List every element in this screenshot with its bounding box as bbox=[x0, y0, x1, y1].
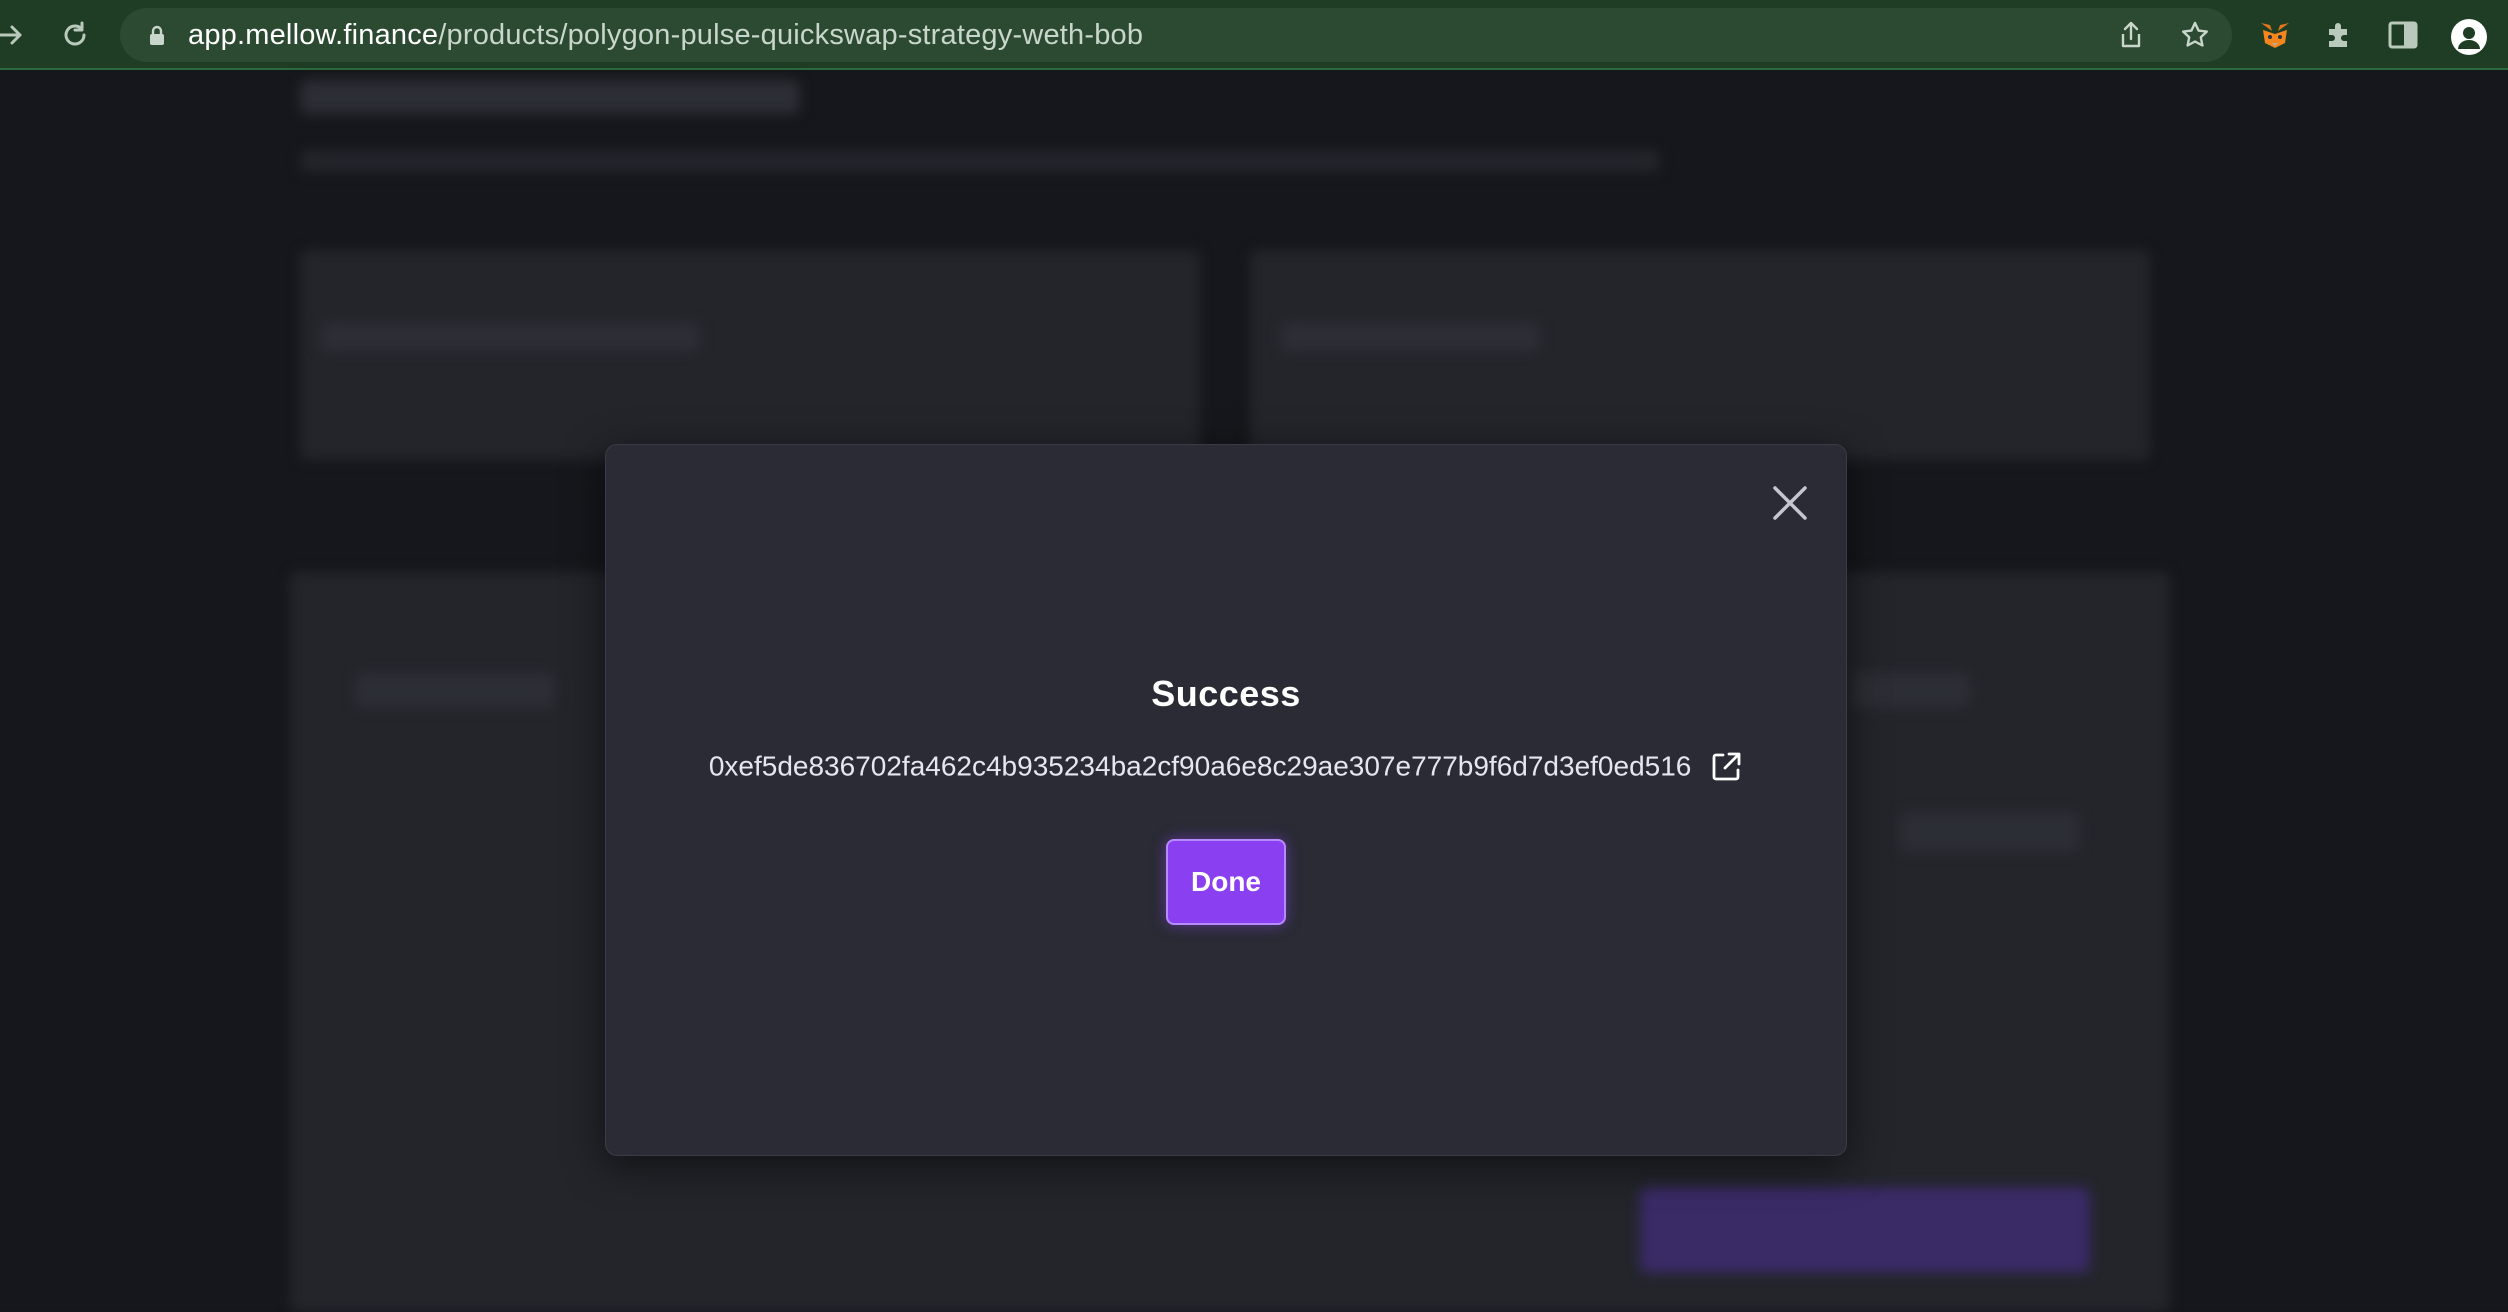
side-panel-icon[interactable] bbox=[2386, 18, 2420, 52]
url-path: /products/polygon-pulse-quickswap-strate… bbox=[438, 19, 1144, 51]
close-icon[interactable] bbox=[1770, 483, 1810, 523]
browser-toolbar: app.mellow.finance/products/polygon-puls… bbox=[0, 0, 2508, 70]
metamask-fox-icon[interactable] bbox=[2258, 18, 2292, 52]
success-modal: Success 0xef5de836702fa462c4b935234ba2cf… bbox=[605, 444, 1847, 1156]
url-text[interactable]: app.mellow.finance/products/polygon-puls… bbox=[188, 8, 1143, 62]
forward-icon[interactable] bbox=[0, 18, 28, 52]
reload-icon[interactable] bbox=[58, 18, 92, 52]
lock-icon[interactable] bbox=[146, 24, 168, 46]
transaction-hash: 0xef5de836702fa462c4b935234ba2cf90a6e8c2… bbox=[708, 750, 1692, 782]
transaction-hash-row: 0xef5de836702fa462c4b935234ba2cf90a6e8c2… bbox=[606, 749, 1846, 784]
done-button[interactable]: Done bbox=[1166, 839, 1286, 925]
bookmark-star-icon[interactable] bbox=[2180, 20, 2210, 50]
external-link-icon[interactable] bbox=[1709, 750, 1743, 784]
share-icon[interactable] bbox=[2116, 20, 2146, 50]
extensions-puzzle-icon[interactable] bbox=[2322, 18, 2356, 52]
url-host: app.mellow.finance bbox=[188, 19, 439, 51]
modal-title: Success bbox=[1151, 673, 1301, 714]
profile-icon[interactable] bbox=[2450, 18, 2487, 55]
address-bar[interactable]: app.mellow.finance/products/polygon-puls… bbox=[120, 8, 2232, 62]
